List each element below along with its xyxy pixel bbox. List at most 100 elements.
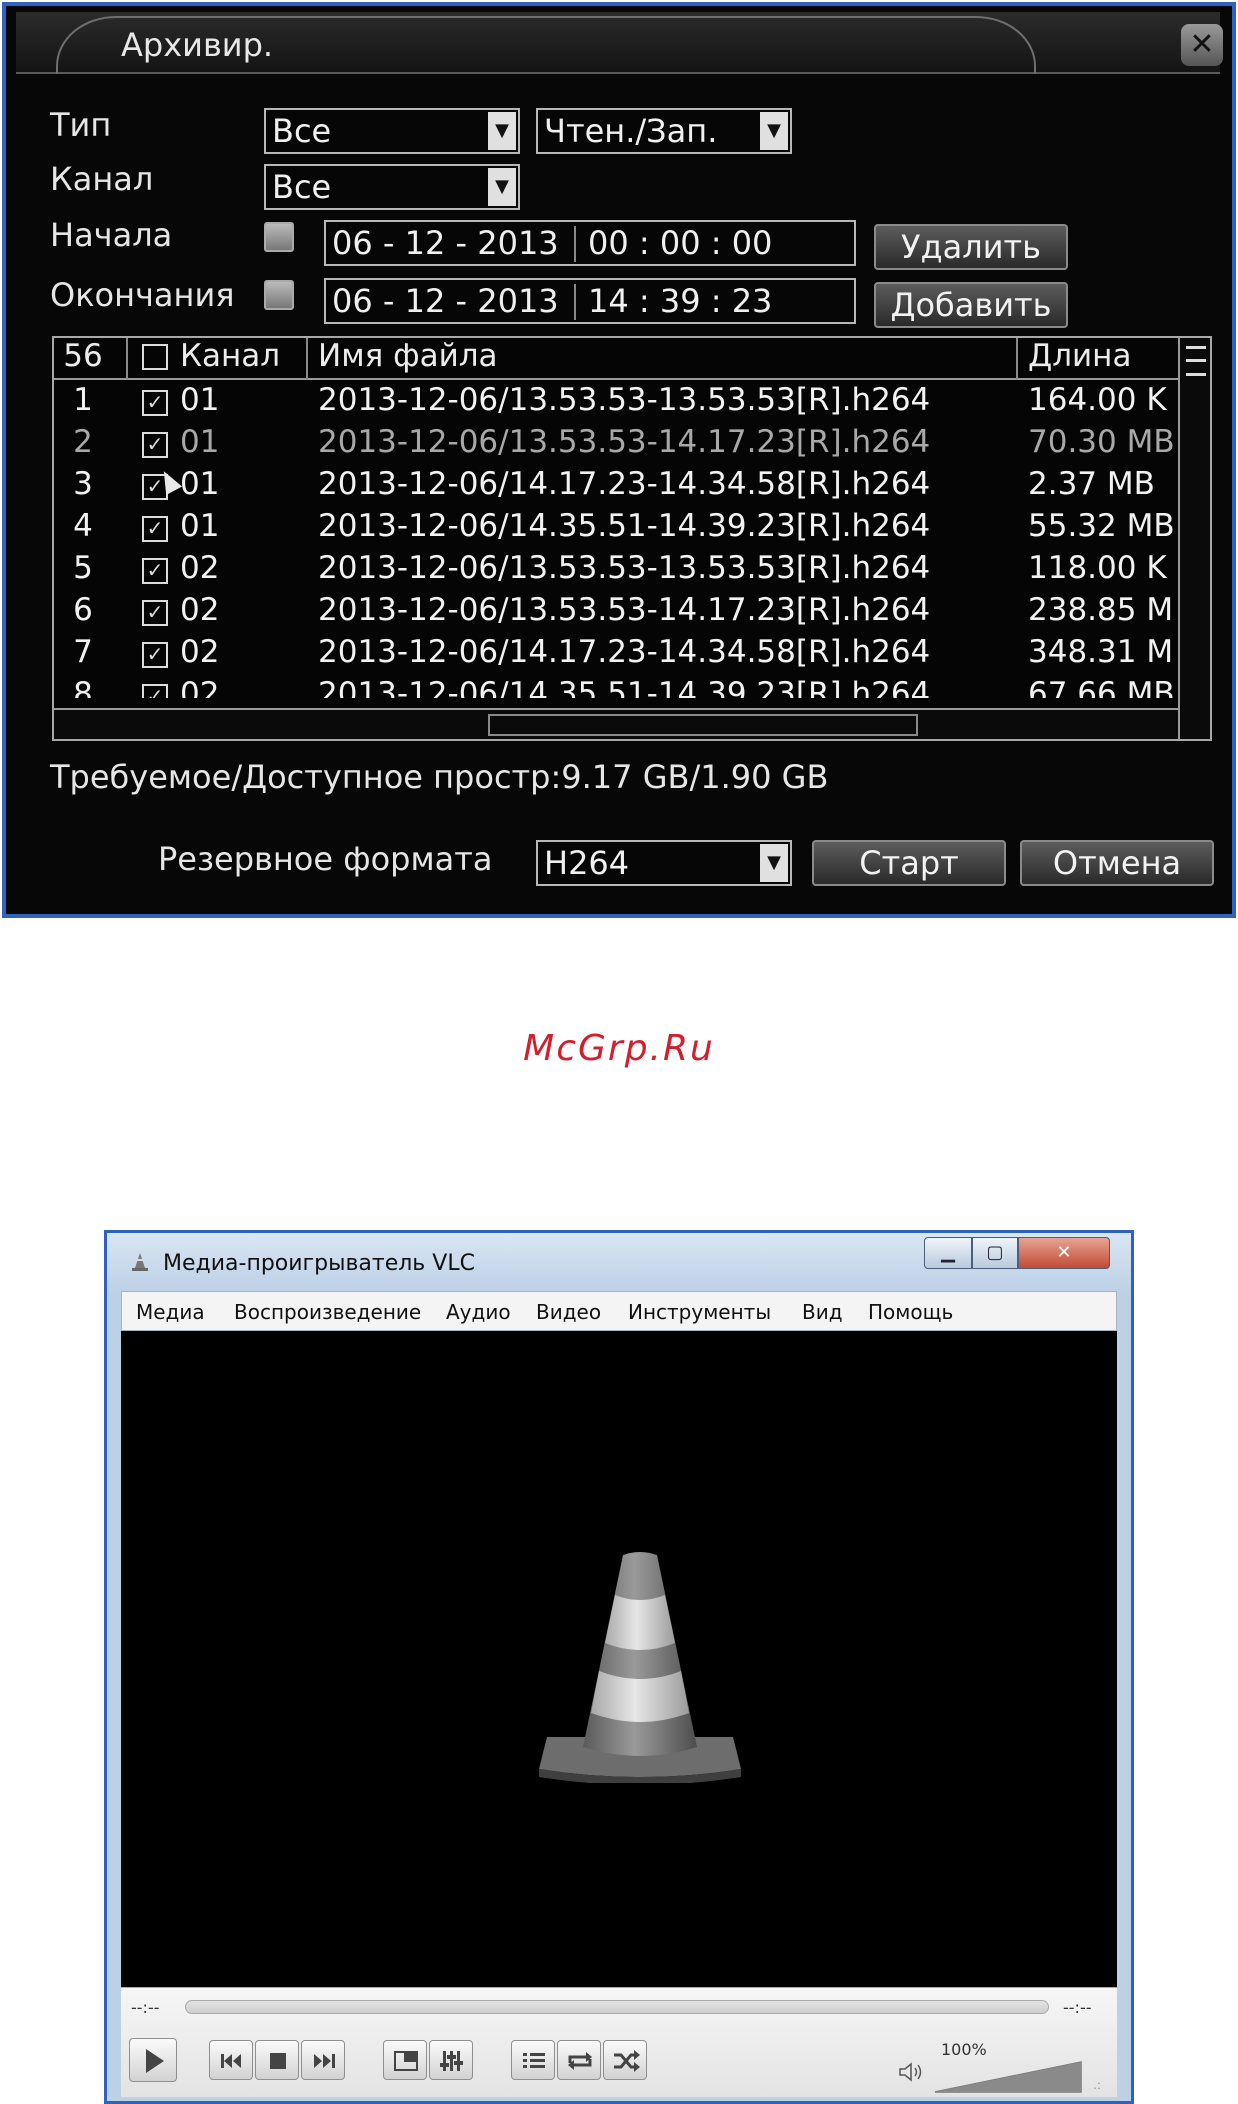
row-number: 8 xyxy=(73,676,93,698)
maximize-icon[interactable]: ▢ xyxy=(972,1237,1018,1269)
seek-bar[interactable] xyxy=(185,2000,1049,2014)
row-filename: 2013-12-06/13.53.53-13.53.53[R].h264 xyxy=(318,550,931,586)
format-select[interactable]: H264 ▼ xyxy=(536,840,792,886)
horizontal-scrollbar[interactable] xyxy=(54,708,1178,739)
row-channel: 02 xyxy=(180,676,220,698)
row-number: 3 xyxy=(73,466,93,502)
archive-dialog: Архивир. ✕ Тип Все ▼ Чтен./Зап. ▼ Канал … xyxy=(2,2,1236,918)
row-channel: 01 xyxy=(180,382,220,418)
table-row[interactable]: 5 ✓ 02 2013-12-06/13.53.53-13.53.53[R].h264… xyxy=(54,550,1178,592)
delete-button[interactable]: Удалить xyxy=(874,224,1068,270)
chevron-down-icon[interactable]: ▼ xyxy=(488,112,516,150)
menu-help[interactable]: Помощь xyxy=(868,1300,953,1324)
start-label: Начала xyxy=(50,216,173,254)
playlist-icon xyxy=(523,2053,545,2068)
vlc-cone-icon xyxy=(132,1253,148,1271)
row-channel: 01 xyxy=(180,466,220,502)
minimize-icon[interactable]: ▁ xyxy=(924,1237,972,1269)
chevron-down-icon[interactable]: ▼ xyxy=(760,844,788,882)
table-row[interactable]: 3 ✓ 01 2013-12-06/14.17.23-14.34.58[R].h264… xyxy=(54,466,1178,508)
row-checkbox[interactable]: ✓ xyxy=(142,600,168,626)
speaker-icon[interactable] xyxy=(897,2060,927,2084)
start-datetime-field[interactable]: 06 - 12 - 2013 00 : 00 : 00 xyxy=(324,220,856,266)
filename-header: Имя файла xyxy=(318,338,498,374)
row-filename: 2013-12-06/13.53.53-14.17.23[R].h264 xyxy=(318,592,931,628)
window-titlebar: Медиа-проигрыватель VLC ▁ ▢ ✕ xyxy=(107,1233,1131,1293)
end-datetime-field[interactable]: 06 - 12 - 2013 14 : 39 : 23 xyxy=(324,278,856,324)
row-length: 70.30 MB xyxy=(1028,424,1175,460)
chevron-down-icon[interactable]: ▼ xyxy=(488,168,516,206)
vlc-window: Медиа-проигрыватель VLC ▁ ▢ ✕ Медиа Восп… xyxy=(104,1230,1134,2104)
menu-playback[interactable]: Воспроизведение xyxy=(234,1300,421,1324)
add-button[interactable]: Добавить xyxy=(874,282,1068,328)
menu-audio[interactable]: Аудио xyxy=(446,1300,511,1324)
table-row[interactable]: 8 ✓ 02 2013-12-06/14.35.51-14.39.23[R].h264… xyxy=(54,676,1178,698)
scroll-thumb[interactable] xyxy=(488,714,918,736)
table-row[interactable]: 2 ✓ 01 2013-12-06/13.53.53-14.17.23[R].h264… xyxy=(54,424,1178,466)
extended-settings-button[interactable] xyxy=(429,2040,473,2080)
table-row[interactable]: 7 ✓ 02 2013-12-06/14.17.23-14.34.58[R].h264… xyxy=(54,634,1178,676)
start-date[interactable]: 06 - 12 - 2013 xyxy=(332,222,559,264)
row-number: 5 xyxy=(73,550,93,586)
row-length: 2.37 MB xyxy=(1028,466,1155,502)
end-time[interactable]: 14 : 39 : 23 xyxy=(588,280,772,322)
volume-slider[interactable] xyxy=(933,2060,1083,2094)
equalizer-icon xyxy=(440,2051,463,2071)
volume-level: 100% xyxy=(941,2040,987,2059)
file-table: 56 Канал Имя файла Длина 1 ✓ 01 2013-12-06/… xyxy=(52,336,1212,741)
field-divider xyxy=(574,226,576,262)
end-date[interactable]: 06 - 12 - 2013 xyxy=(332,280,559,322)
menu-media[interactable]: Медиа xyxy=(136,1300,205,1324)
row-filename: 2013-12-06/14.17.23-14.34.58[R].h264 xyxy=(318,466,931,502)
calendar-icon[interactable] xyxy=(264,280,294,310)
shuffle-button[interactable] xyxy=(603,2040,647,2080)
type-select[interactable]: Все ▼ xyxy=(264,108,520,154)
resize-grip[interactable]: .: xyxy=(1093,2078,1101,2092)
table-row[interactable]: 1 ✓ 01 2013-12-06/13.53.53-13.53.53[R].h264… xyxy=(54,382,1178,424)
table-row[interactable]: 4 ✓ 01 2013-12-06/14.35.51-14.39.23[R].h264… xyxy=(54,508,1178,550)
menu-icon[interactable] xyxy=(1186,346,1206,376)
menu-video[interactable]: Видео xyxy=(536,1300,601,1324)
row-number: 7 xyxy=(73,634,93,670)
select-all-checkbox[interactable] xyxy=(142,344,168,370)
close-icon[interactable]: ✕ xyxy=(1181,24,1223,66)
fullscreen-button[interactable] xyxy=(383,2040,427,2080)
next-button[interactable] xyxy=(301,2040,345,2080)
mode-select-value: Чтен./Зап. xyxy=(544,112,718,150)
loop-button[interactable] xyxy=(557,2040,601,2080)
row-length: 164.00 K xyxy=(1028,382,1167,418)
row-checkbox[interactable]: ✓ xyxy=(142,432,168,458)
channel-select[interactable]: Все ▼ xyxy=(264,164,520,210)
cancel-button[interactable]: Отмена xyxy=(1020,840,1214,886)
row-channel: 01 xyxy=(180,424,220,460)
row-checkbox[interactable]: ✓ xyxy=(142,642,168,668)
stop-button[interactable] xyxy=(255,2040,299,2080)
row-checkbox[interactable]: ✓ xyxy=(142,684,168,698)
playlist-button[interactable] xyxy=(511,2040,555,2080)
elapsed-time: --:-- xyxy=(131,1998,160,2017)
row-checkbox[interactable]: ✓ xyxy=(142,558,168,584)
file-count: 56 xyxy=(63,338,103,374)
watermark: McGrp.Ru xyxy=(523,1028,715,1069)
row-number: 6 xyxy=(73,592,93,628)
menu-tools[interactable]: Инструменты xyxy=(628,1300,771,1324)
start-button[interactable]: Старт xyxy=(812,840,1006,886)
vertical-scrollbar[interactable] xyxy=(1178,338,1210,739)
start-time[interactable]: 00 : 00 : 00 xyxy=(588,222,772,264)
previous-button[interactable] xyxy=(209,2040,253,2080)
table-header: 56 Канал Имя файла Длина xyxy=(54,338,1178,380)
table-row[interactable]: 6 ✓ 02 2013-12-06/13.53.53-14.17.23[R].h264… xyxy=(54,592,1178,634)
type-select-value: Все xyxy=(272,112,332,150)
play-button[interactable] xyxy=(129,2038,177,2082)
calendar-icon[interactable] xyxy=(264,222,294,252)
row-checkbox[interactable]: ✓ xyxy=(142,516,168,542)
row-channel: 02 xyxy=(180,592,220,628)
row-checkbox[interactable]: ✓ xyxy=(142,390,168,416)
row-channel: 01 xyxy=(180,508,220,544)
mode-select[interactable]: Чтен./Зап. ▼ xyxy=(536,108,792,154)
menu-view[interactable]: Вид xyxy=(802,1300,843,1324)
fullscreen-icon xyxy=(394,2051,418,2071)
chevron-down-icon[interactable]: ▼ xyxy=(760,112,788,150)
video-area[interactable] xyxy=(121,1331,1117,1987)
close-icon[interactable]: ✕ xyxy=(1018,1237,1110,1269)
